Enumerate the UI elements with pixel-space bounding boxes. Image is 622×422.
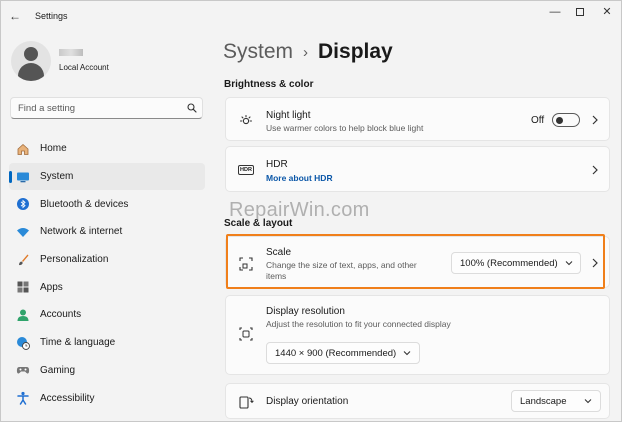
minimize-button[interactable]: — bbox=[545, 5, 565, 19]
apps-icon bbox=[16, 280, 30, 294]
chevron-down-icon bbox=[584, 399, 592, 404]
maximize-button[interactable] bbox=[570, 5, 590, 19]
account-name-redacted bbox=[59, 49, 83, 56]
sidebar-item-label: Home bbox=[40, 143, 67, 155]
hdr-more-link[interactable]: More about HDR bbox=[266, 173, 333, 183]
search-input[interactable] bbox=[18, 102, 178, 115]
sidebar-item-label: Network & internet bbox=[40, 226, 123, 238]
monitor-icon bbox=[16, 170, 30, 184]
chevron-down-icon bbox=[403, 351, 411, 356]
avatar-head-shape bbox=[24, 47, 38, 61]
section-title-brightness: Brightness & color bbox=[224, 79, 314, 90]
search-box[interactable] bbox=[10, 97, 203, 119]
scale-dropdown[interactable]: 100% (Recommended) bbox=[451, 252, 581, 274]
orientation-dropdown-value: Landscape bbox=[520, 396, 567, 407]
resolution-icon bbox=[238, 326, 254, 342]
sidebar-nav: Home System Bluetooth & devices Network … bbox=[9, 135, 205, 412]
sidebar-item-bluetooth[interactable]: Bluetooth & devices bbox=[9, 190, 205, 218]
wifi-icon bbox=[16, 225, 30, 239]
breadcrumb-separator: › bbox=[303, 43, 309, 61]
hdr-card[interactable]: HDR HDR More about HDR bbox=[225, 146, 610, 192]
sidebar-item-gaming[interactable]: Gaming bbox=[9, 357, 205, 385]
orientation-dropdown[interactable]: Landscape bbox=[511, 390, 601, 412]
sidebar-item-time-language[interactable]: Time & language bbox=[9, 329, 205, 357]
sidebar-item-label: Apps bbox=[40, 281, 63, 293]
resolution-dropdown[interactable]: 1440 × 900 (Recommended) bbox=[266, 342, 420, 364]
back-button[interactable]: ← bbox=[9, 9, 23, 23]
sidebar-item-label: System bbox=[40, 171, 74, 183]
breadcrumb: System › Display bbox=[223, 40, 393, 64]
display-resolution-card: Display resolution Adjust the resolution… bbox=[225, 295, 610, 375]
gamepad-icon bbox=[16, 363, 30, 377]
person-icon bbox=[16, 308, 30, 322]
sidebar-item-label: Time & language bbox=[40, 337, 116, 349]
sidebar-item-home[interactable]: Home bbox=[9, 135, 205, 163]
sidebar-item-apps[interactable]: Apps bbox=[9, 273, 205, 301]
sidebar-item-label: Personalization bbox=[40, 254, 109, 266]
breadcrumb-parent-link[interactable]: System bbox=[223, 40, 293, 64]
title-bar: ← Settings — ✕ bbox=[1, 1, 621, 31]
scale-subtitle-line2: items bbox=[266, 271, 287, 281]
resolution-subtitle: Adjust the resolution to fit your connec… bbox=[266, 319, 451, 329]
night-light-state: Off bbox=[531, 115, 545, 126]
chevron-right-icon[interactable] bbox=[591, 165, 599, 175]
resolution-title: Display resolution bbox=[266, 306, 345, 317]
sidebar-item-label: Accessibility bbox=[40, 392, 95, 404]
bluetooth-icon bbox=[16, 197, 30, 211]
sidebar-item-accessibility[interactable]: Accessibility bbox=[9, 384, 205, 412]
scale-subtitle-line1: Change the size of text, apps, and other bbox=[266, 260, 417, 270]
toggle-knob bbox=[556, 116, 563, 124]
account-type: Local Account bbox=[59, 63, 109, 72]
sidebar-item-network[interactable]: Network & internet bbox=[9, 218, 205, 246]
sidebar-item-label: Gaming bbox=[40, 364, 76, 376]
hdr-title: HDR bbox=[266, 159, 288, 170]
sun-icon bbox=[238, 112, 254, 128]
app-title: Settings bbox=[35, 11, 68, 21]
globe-clock-icon bbox=[16, 336, 30, 350]
maximize-icon bbox=[576, 8, 584, 16]
settings-window: ← Settings — ✕ Local Account Home Sy bbox=[0, 0, 622, 422]
brush-icon bbox=[16, 253, 30, 267]
chevron-right-icon[interactable] bbox=[591, 115, 599, 125]
orientation-icon bbox=[238, 394, 254, 410]
resolution-dropdown-value: 1440 × 900 (Recommended) bbox=[275, 348, 397, 359]
avatar-body-shape bbox=[18, 63, 44, 81]
chevron-right-icon[interactable] bbox=[591, 258, 599, 268]
scale-dropdown-value: 100% (Recommended) bbox=[460, 258, 558, 269]
sidebar-item-accounts[interactable]: Accounts bbox=[9, 301, 205, 329]
close-button[interactable]: ✕ bbox=[597, 5, 617, 19]
sidebar-item-personalization[interactable]: Personalization bbox=[9, 246, 205, 274]
scale-title: Scale bbox=[266, 247, 292, 258]
sidebar-item-label: Bluetooth & devices bbox=[40, 198, 129, 210]
orientation-title: Display orientation bbox=[266, 396, 349, 407]
hdr-icon: HDR bbox=[237, 162, 255, 178]
scale-card[interactable]: Scale Change the size of text, apps, and… bbox=[225, 236, 610, 288]
scale-icon bbox=[238, 256, 254, 272]
search-icon[interactable] bbox=[187, 103, 197, 113]
night-light-card[interactable]: Night light Use warmer colors to help bl… bbox=[225, 97, 610, 141]
sidebar-item-label: Accounts bbox=[40, 309, 82, 321]
home-icon bbox=[16, 142, 30, 156]
page-title: Display bbox=[318, 40, 393, 63]
sidebar-item-system[interactable]: System bbox=[9, 162, 205, 191]
avatar[interactable] bbox=[11, 41, 51, 81]
night-light-title: Night light bbox=[266, 110, 311, 121]
chevron-down-icon bbox=[565, 261, 573, 266]
night-light-subtitle: Use warmer colors to help block blue lig… bbox=[266, 123, 424, 133]
night-light-toggle[interactable] bbox=[552, 113, 580, 127]
watermark: RepairWin.com bbox=[229, 199, 370, 221]
accessibility-icon bbox=[16, 391, 30, 405]
display-orientation-card: Display orientation Landscape bbox=[225, 383, 610, 419]
